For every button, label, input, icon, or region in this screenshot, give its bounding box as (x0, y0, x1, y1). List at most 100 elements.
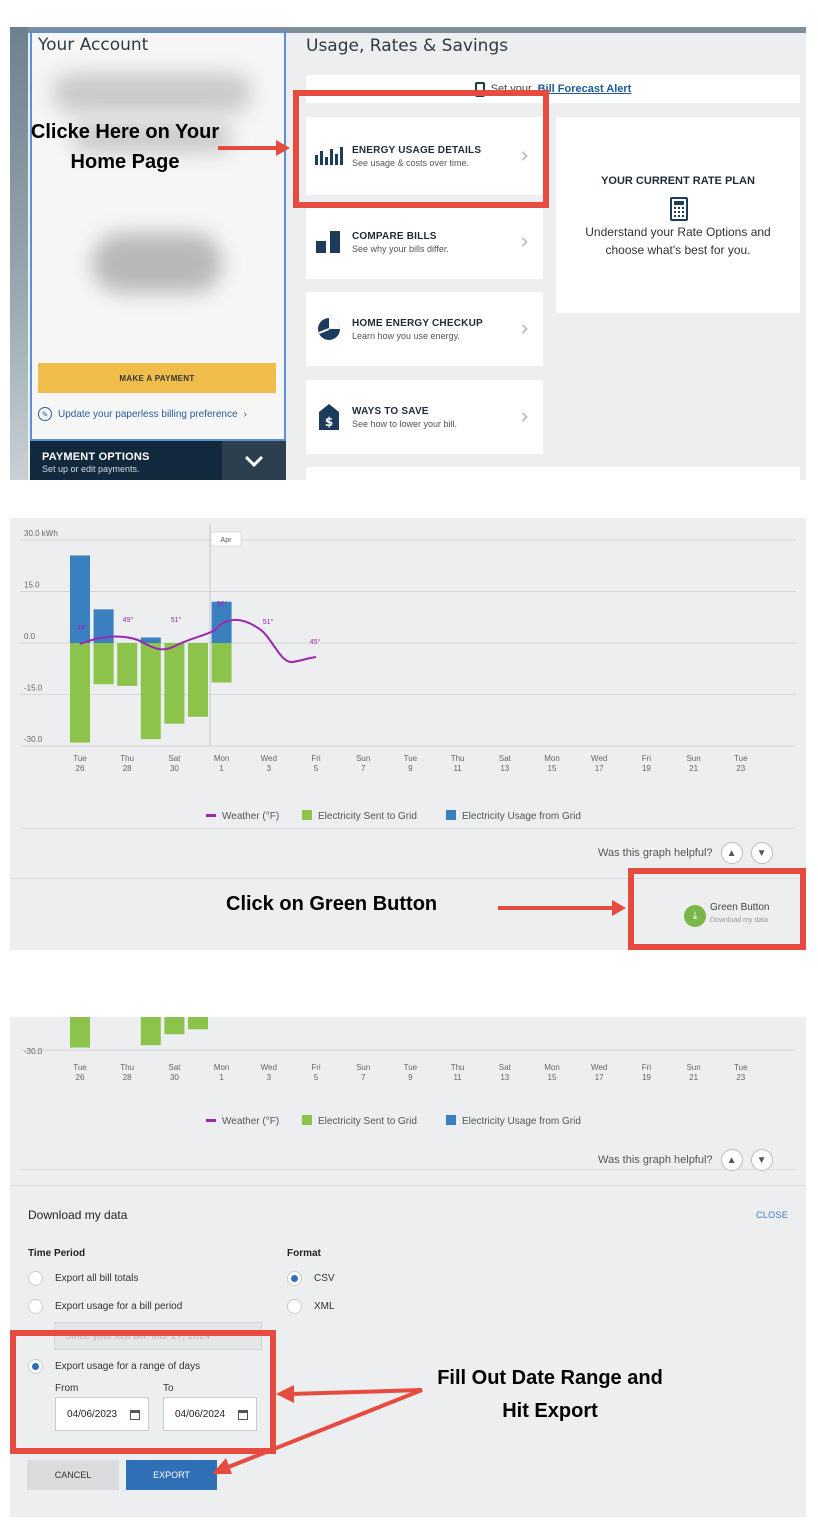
compare-bars-icon (314, 229, 344, 255)
radio-format-xml[interactable] (287, 1299, 302, 1314)
bar-sent-to-grid (188, 643, 208, 717)
x-tick-label: Sun (686, 754, 700, 763)
home-energy-checkup-tile[interactable]: HOME ENERGY CHECKUP Learn how you use ene… (306, 292, 543, 366)
weather-label: 51° (171, 616, 182, 624)
next-tile (306, 467, 800, 480)
legend-swatch (206, 1119, 216, 1122)
x-tick-label: Tue (734, 754, 748, 763)
x-tick-label: Tue (404, 754, 418, 763)
usage-section-title: Usage, Rates & Savings (306, 36, 509, 56)
x-tick-label: 23 (736, 1073, 745, 1082)
x-tick-label: 26 (76, 1073, 85, 1082)
x-tick-label: 3 (267, 1073, 272, 1082)
x-tick-label: Sun (686, 1063, 700, 1072)
legend-label: Weather (°F) (222, 811, 279, 822)
month-marker-label: Apr (221, 537, 233, 544)
x-tick-label: Sat (499, 1063, 512, 1072)
legend-label: Electricity Sent to Grid (318, 1116, 417, 1127)
cancel-button[interactable]: CANCEL (27, 1460, 119, 1490)
annotation-arrow-head (276, 140, 290, 156)
download-dialog-title: Download my data (28, 1208, 128, 1222)
ways-to-save-tile[interactable]: $ WAYS TO SAVE See how to lower your bill… (306, 380, 543, 454)
radio-export-all[interactable] (28, 1271, 43, 1286)
close-button[interactable]: CLOSE (756, 1210, 788, 1220)
tile-subtitle: Learn how you use energy. (352, 330, 460, 341)
account-title: Your Account (38, 35, 149, 55)
x-tick-label: 21 (689, 1073, 698, 1082)
graph-feedback: Was this graph helpful? ▲ ▼ (598, 1149, 773, 1171)
annotation-home-page: Clicke Here on Your Home Page (30, 121, 220, 173)
x-tick-label: Mon (214, 1063, 230, 1072)
payment-options-title: PAYMENT OPTIONS (42, 451, 150, 463)
bar-sent-to-grid (164, 643, 185, 724)
expand-payment-options-button[interactable] (222, 441, 286, 480)
x-tick-label: 1 (219, 1073, 224, 1082)
graph-feedback: Was this graph helpful? ▲ ▼ (598, 842, 773, 864)
x-tick-label: Sun (356, 1063, 370, 1072)
x-tick-label: 3 (267, 764, 272, 773)
x-tick-label: 1 (219, 764, 224, 773)
annotation-arrows (212, 1385, 423, 1474)
y-tick-label: -30.0 (24, 1047, 43, 1056)
rate-plan-title: YOUR CURRENT RATE PLAN (601, 175, 755, 187)
thumbs-up-icon[interactable]: ▲ (720, 842, 743, 864)
payment-options-subtitle: Set up or edit payments. (42, 464, 140, 474)
x-tick-label: 15 (548, 764, 557, 773)
x-tick-label: Tue (404, 1063, 418, 1072)
x-tick-label: 21 (689, 764, 698, 773)
chevron-down-icon (244, 455, 264, 467)
annotation-arrow-head (612, 900, 626, 916)
tile-title: COMPARE BILLS (352, 230, 437, 242)
x-tick-label: 9 (408, 764, 413, 773)
format-csv-label: CSV (314, 1273, 335, 1284)
x-tick-label: Wed (591, 754, 607, 763)
x-tick-label: Fri (642, 754, 652, 763)
x-tick-label: Fri (642, 1063, 652, 1072)
feedback-question: Was this graph helpful? (598, 1154, 713, 1166)
tile-subtitle: See how to lower your bill. (352, 418, 458, 429)
weather-label: 56° (217, 600, 228, 608)
x-tick-label: Sat (499, 754, 512, 763)
tile-subtitle: See why your bills differ. (352, 243, 449, 254)
legend-swatch (206, 814, 216, 817)
radio-format-csv[interactable] (287, 1271, 302, 1286)
make-payment-button[interactable]: MAKE A PAYMENT (38, 363, 276, 393)
x-tick-label: Tue (734, 1063, 748, 1072)
annotation-arrow (498, 906, 614, 910)
legend-label: Electricity Usage from Grid (462, 1116, 581, 1127)
bar-sent-to-grid (70, 1017, 90, 1048)
thumbs-down-icon[interactable]: ▼ (750, 1149, 773, 1171)
tile-title: WAYS TO SAVE (352, 405, 429, 417)
feedback-question: Was this graph helpful? (598, 847, 713, 859)
thumbs-up-icon[interactable]: ▲ (720, 1149, 743, 1171)
divider (20, 828, 796, 829)
x-tick-label: 7 (361, 764, 366, 773)
x-tick-label: Sun (356, 754, 370, 763)
bar-sent-to-grid (117, 643, 138, 686)
x-tick-label: Wed (261, 754, 277, 763)
bar-sent-to-grid (140, 1017, 161, 1046)
payment-options-item[interactable]: PAYMENT OPTIONS Set up or edit payments. (30, 441, 222, 480)
compare-bills-tile[interactable]: COMPARE BILLS See why your bills differ. … (306, 205, 543, 279)
legend-label: Weather (°F) (222, 1116, 279, 1127)
x-tick-label: 17 (595, 1073, 604, 1082)
x-tick-label: 15 (548, 1073, 557, 1082)
chevron-right-icon: › (520, 404, 529, 430)
x-tick-label: Thu (451, 1063, 465, 1072)
calculator-icon (670, 197, 688, 221)
x-tick-label: Thu (120, 1063, 134, 1072)
paperless-link[interactable]: ✎ Update your paperless billing preferen… (38, 407, 247, 421)
bill-forecast-alert-link[interactable]: Bill Forecast Alert (538, 83, 632, 95)
x-tick-label: 23 (736, 764, 745, 773)
annotation-green-button: Click on Green Button (226, 893, 438, 915)
time-period-label: Time Period (28, 1248, 86, 1259)
format-xml-label: XML (314, 1301, 335, 1312)
format-label: Format (287, 1248, 321, 1259)
radio-export-bill-period[interactable] (28, 1299, 43, 1314)
bar-sent-to-grid (93, 643, 114, 685)
thumbs-down-icon[interactable]: ▼ (750, 842, 773, 864)
x-tick-label: 30 (170, 1073, 179, 1082)
bar-sent-to-grid (188, 1017, 208, 1030)
x-tick-label: 13 (500, 1073, 509, 1082)
leaf-icon: ✎ (38, 407, 52, 421)
